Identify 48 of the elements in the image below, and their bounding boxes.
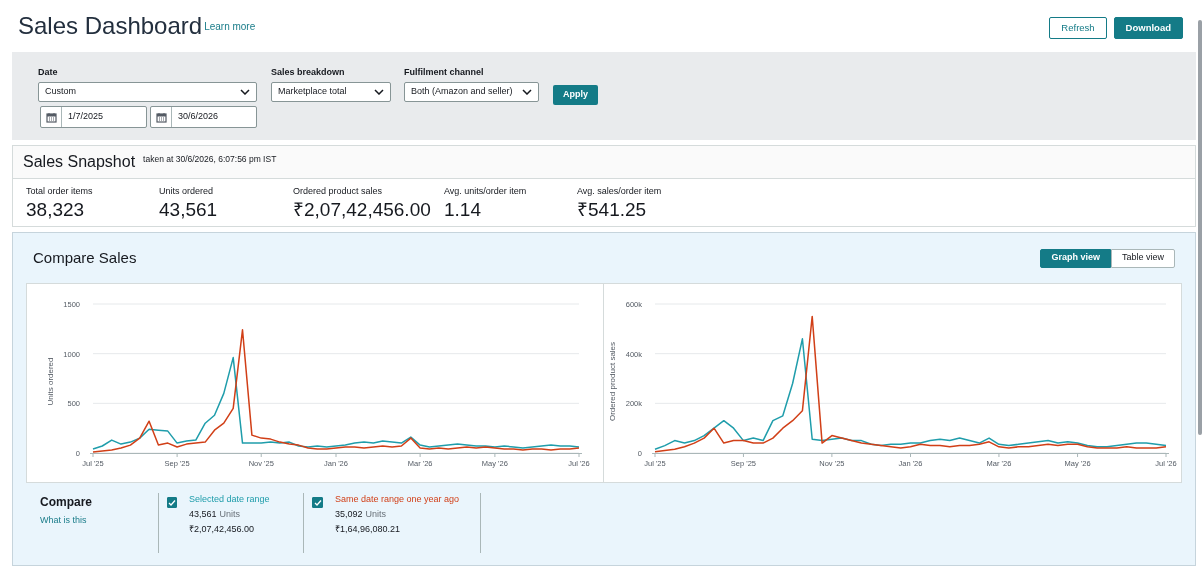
caret-icon (522, 89, 532, 95)
legend-label: Same date range one year ago (335, 493, 461, 506)
dropdown[interactable]: Marketplace total (271, 82, 391, 102)
metric-label: Units ordered (159, 185, 215, 198)
units-value: 43,561 (189, 508, 217, 521)
calendar-icon (155, 111, 167, 123)
sales-value: ₹1,64,96,080.21 (335, 523, 402, 536)
metric-value: ₹2,07,42,456.00 (293, 198, 432, 221)
metric-value: 1.14 (444, 198, 482, 221)
field-label: Sales breakdown (271, 66, 346, 79)
metric-label: Avg. units/order item (444, 185, 528, 198)
checkbox[interactable] (167, 497, 177, 508)
compare-title: Compare (40, 494, 93, 511)
dropdown[interactable]: Both (Amazon and seller) (404, 82, 539, 102)
checkbox[interactable] (312, 497, 323, 508)
learn-more-link[interactable]: Learn more (204, 19, 256, 34)
end-date-field[interactable]: 30/6/2026 (150, 106, 257, 128)
help-link[interactable]: What is this (40, 514, 158, 528)
units-value: 35,092 (335, 508, 363, 521)
snapshot-time: taken at 30/6/2026, 6:07:56 pm IST (143, 153, 277, 166)
metric-label: Total order items (26, 185, 94, 198)
scrollbar[interactable] (1198, 20, 1202, 435)
metric-label: Ordered product sales (293, 185, 384, 198)
section-title: Sales Snapshot (23, 152, 136, 172)
metric-label: Avg. sales/order item (577, 185, 663, 198)
view-tab[interactable]: Table view (1110, 248, 1175, 268)
download-button[interactable]: Download (1113, 17, 1183, 39)
axis-title: Ordered product sales (608, 341, 617, 422)
legend-label: Selected date range (189, 493, 271, 506)
metric-value: 38,323 (26, 198, 86, 221)
field-label: Date (38, 66, 59, 79)
dropdown[interactable]: Custom (38, 82, 257, 102)
metric-value: ₹541.25 (577, 198, 648, 221)
view-tab[interactable]: Graph view (1040, 248, 1111, 268)
page-title: Sales Dashboard (18, 11, 203, 41)
field-label: Fulfilment channel (404, 66, 485, 79)
refresh-button[interactable]: Refresh (1049, 17, 1107, 39)
apply-button[interactable]: Apply (553, 84, 598, 105)
start-date-field[interactable]: 1/7/2025 (40, 106, 147, 128)
units-label: Units (219, 508, 241, 521)
units-label: Units (365, 508, 387, 521)
metric-value: 43,561 (159, 198, 219, 221)
caret-icon (374, 89, 384, 95)
sales-value: ₹2,07,42,456.00 (189, 523, 256, 536)
axis-title: Units ordered (46, 357, 55, 406)
section-title: Compare Sales (33, 247, 137, 268)
caret-icon (240, 89, 250, 95)
calendar-icon (45, 111, 57, 123)
